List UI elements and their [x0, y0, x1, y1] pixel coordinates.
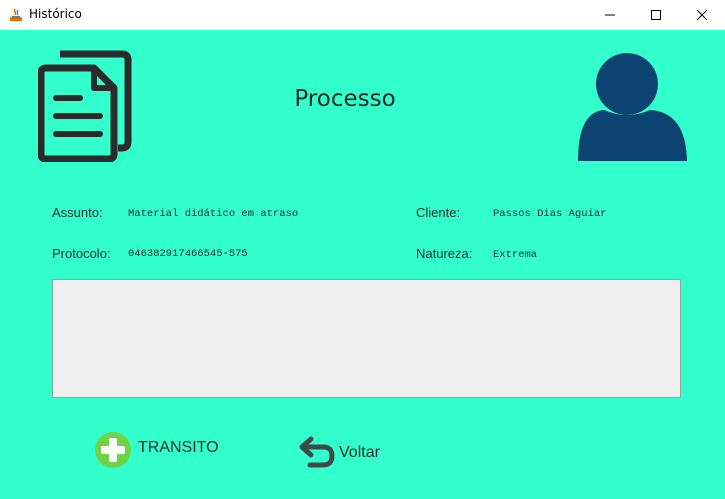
user-avatar-icon: [578, 53, 687, 161]
page-title: Processo: [294, 86, 396, 112]
assunto-label: Assunto:: [52, 205, 103, 220]
cliente-value: Passos Dias Aguiar: [493, 208, 607, 220]
voltar-button[interactable]: Voltar: [299, 436, 380, 470]
natureza-label: Natureza:: [416, 246, 473, 261]
protocolo-value: 046382917466545-575: [128, 248, 248, 260]
maximize-icon: [651, 10, 661, 20]
close-icon: [697, 10, 707, 20]
undo-arrow-icon: [299, 436, 335, 468]
natureza-value: Extrema: [493, 249, 538, 261]
java-app-icon: [10, 8, 22, 21]
minimize-icon: [605, 14, 615, 16]
close-button[interactable]: [679, 0, 725, 30]
plus-circle-icon: [95, 432, 131, 468]
assunto-value: Material didático em atraso: [128, 208, 299, 220]
transito-label: TRANSITO: [138, 439, 219, 456]
maximize-button[interactable]: [633, 0, 679, 30]
protocolo-label: Protocolo:: [52, 246, 111, 261]
notes-textarea[interactable]: [52, 279, 681, 398]
documents-icon: [38, 50, 132, 162]
window-title: Histórico: [29, 7, 82, 21]
window-titlebar[interactable]: Histórico: [0, 0, 725, 30]
minimize-button[interactable]: [587, 0, 633, 30]
cliente-label: Cliente:: [416, 205, 461, 220]
voltar-label: Voltar: [339, 444, 380, 461]
transito-button[interactable]: TRANSITO: [94, 431, 219, 469]
